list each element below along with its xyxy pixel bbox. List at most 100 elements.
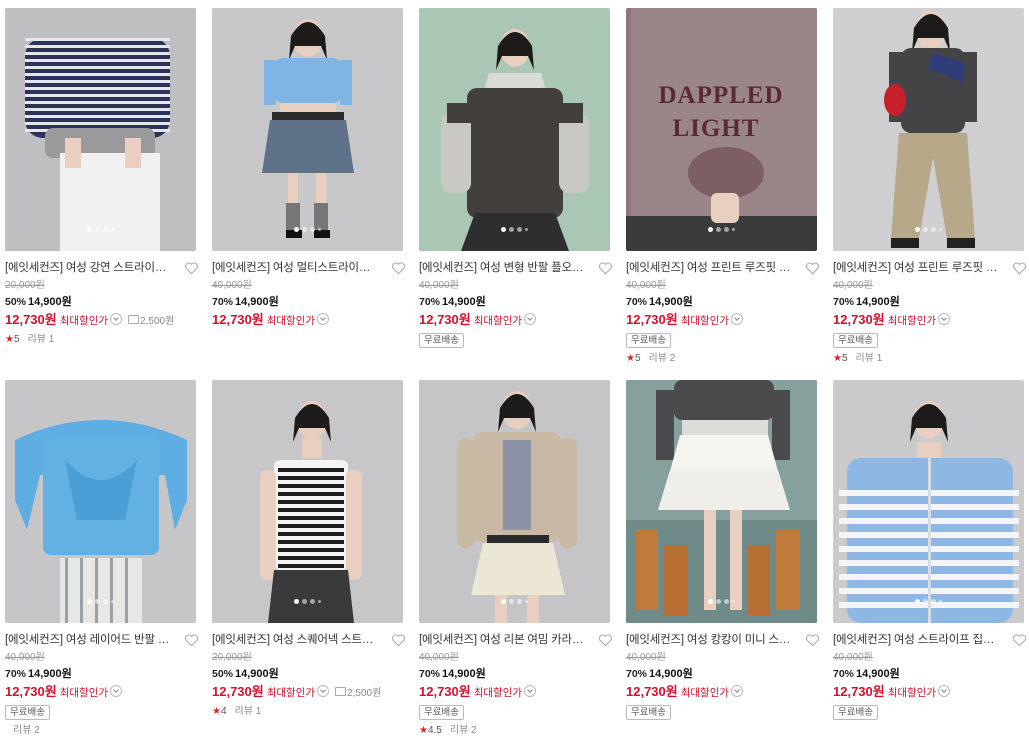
product-title[interactable]: [에잇세컨즈] 여성 변형 반팔 플오버 니트 <box>419 260 584 276</box>
chevron-down-circle-icon[interactable] <box>110 313 123 325</box>
carousel-dot[interactable] <box>111 600 114 603</box>
heart-outline-icon[interactable] <box>598 261 613 275</box>
review-count[interactable]: 리뷰 2 <box>649 353 676 364</box>
product-image <box>419 8 610 251</box>
product-card[interactable]: [에잇세컨즈] 여성 프린트 루즈핏 티셔츠 40,000원 70%14,900… <box>833 8 1027 366</box>
carousel-dot[interactable] <box>318 600 321 603</box>
carousel-dot[interactable] <box>915 227 920 232</box>
product-card[interactable]: [에잇세컨즈] 여성 멀티스트라이프 크롭 니트 40,000원 70%14,9… <box>212 8 406 329</box>
carousel-dot[interactable] <box>103 599 108 604</box>
heart-outline-icon[interactable] <box>598 633 613 647</box>
product-title[interactable]: [에잇세컨즈] 여성 스트라이프 집업 가디건 <box>833 632 998 648</box>
carousel-dot[interactable] <box>310 599 315 604</box>
product-title[interactable]: [에잇세컨즈] 여성 캉캉이 미니 스커트 <box>626 632 791 648</box>
carousel-dot[interactable] <box>931 227 936 232</box>
product-card[interactable]: [에잇세컨즈] 여성 스퀘어넥 스트라이프 슬리브리스 20,000원 50%1… <box>212 380 406 719</box>
review-count[interactable]: 리뷰 1 <box>856 353 883 364</box>
review-count[interactable]: 리뷰 2 <box>450 725 477 736</box>
carousel-dot[interactable] <box>732 228 735 231</box>
carousel-dot[interactable] <box>111 228 114 231</box>
carousel-dot[interactable] <box>87 599 92 604</box>
carousel-dot[interactable] <box>318 228 321 231</box>
carousel-dot[interactable] <box>923 227 928 232</box>
carousel-dot[interactable] <box>294 599 299 604</box>
carousel-dot[interactable] <box>939 228 942 231</box>
chevron-down-circle-icon[interactable] <box>524 313 537 325</box>
chevron-down-circle-icon[interactable] <box>317 685 330 697</box>
heart-outline-icon[interactable] <box>184 633 199 647</box>
product-title[interactable]: [에잇세컨즈] 여성 프린트 루즈핏 티셔츠 <box>833 260 998 276</box>
product-thumbnail[interactable] <box>5 8 196 251</box>
carousel-dot[interactable] <box>95 599 100 604</box>
chevron-down-circle-icon[interactable] <box>731 685 744 697</box>
heart-outline-icon[interactable] <box>391 633 406 647</box>
product-title[interactable]: [에잇세컨즈] 여성 멀티스트라이프 크롭 니트 <box>212 260 377 276</box>
product-card[interactable]: [에잇세컨즈] 여성 리본 여밈 카라 셔츠 40,000원 70% 14,900… <box>419 380 613 738</box>
review-count[interactable]: 리뷰 1 <box>28 334 55 345</box>
review-count[interactable]: 리뷰 2 <box>13 725 40 736</box>
product-thumbnail[interactable] <box>419 8 610 251</box>
heart-outline-icon[interactable] <box>805 633 820 647</box>
carousel-dot[interactable] <box>294 227 299 232</box>
discount-percent: 70% <box>5 668 27 680</box>
heart-outline-icon[interactable] <box>391 261 406 275</box>
carousel-dot[interactable] <box>716 227 721 232</box>
carousel-dot[interactable] <box>509 227 514 232</box>
product-title[interactable]: [에잇세컨즈] 여성 리본 여밈 카라 셔츠 <box>419 632 584 648</box>
carousel-dot[interactable] <box>87 227 92 232</box>
carousel-dot[interactable] <box>931 599 936 604</box>
carousel-dot[interactable] <box>95 227 100 232</box>
chevron-down-circle-icon[interactable] <box>317 313 330 325</box>
heart-outline-icon[interactable] <box>1012 633 1027 647</box>
heart-outline-icon[interactable] <box>1012 261 1027 275</box>
product-card[interactable]: [에잇세컨즈] 여성 강연 스트라이프 피케 반팔 티셔츠 20,000원 50… <box>5 8 199 347</box>
star-icon: ★ <box>5 334 14 345</box>
product-card[interactable]: [에잇세컨즈] 여성 변형 반팔 플오버 니트 40,000원 70%14,90… <box>419 8 613 348</box>
chevron-down-circle-icon[interactable] <box>731 313 744 325</box>
carousel-dot[interactable] <box>517 227 522 232</box>
carousel-dot[interactable] <box>724 599 729 604</box>
product-thumbnail[interactable] <box>833 8 1024 251</box>
carousel-dot[interactable] <box>724 227 729 232</box>
product-card[interactable]: [에잇세컨즈] 여성 캉캉이 미니 스커트 40,000원 70% 14,900원… <box>626 380 820 720</box>
carousel-dot[interactable] <box>501 599 506 604</box>
carousel-dot[interactable] <box>302 599 307 604</box>
carousel-dot[interactable] <box>732 600 735 603</box>
carousel-dot[interactable] <box>915 599 920 604</box>
product-title[interactable]: [에잇세컨즈] 여성 레이어드 반팔 니트 <box>5 632 170 648</box>
product-title[interactable]: [에잇세컨즈] 여성 프린트 루즈핏 맨투맨 <box>626 260 791 276</box>
carousel-dot[interactable] <box>517 599 522 604</box>
product-image: DAPPLED LIGHT <box>626 8 817 251</box>
product-thumbnail[interactable] <box>212 8 403 251</box>
carousel-dot[interactable] <box>716 599 721 604</box>
product-title[interactable]: [에잇세컨즈] 여성 스퀘어넥 스트라이프 슬리브리스 <box>212 632 377 648</box>
carousel-dot[interactable] <box>501 227 506 232</box>
product-thumbnail[interactable] <box>5 380 196 623</box>
chevron-down-circle-icon[interactable] <box>524 685 537 697</box>
chevron-down-circle-icon[interactable] <box>938 313 951 325</box>
carousel-dot[interactable] <box>923 599 928 604</box>
product-thumbnail[interactable] <box>833 380 1024 623</box>
product-card[interactable]: DAPPLED LIGHT [에잇세컨즈] 여성 프린트 루즈핏 맨투맨 40,… <box>626 8 820 366</box>
product-title[interactable]: [에잇세컨즈] 여성 강연 스트라이프 피케 반팔 티셔츠 <box>5 260 170 276</box>
carousel-dot[interactable] <box>939 600 942 603</box>
product-thumbnail[interactable] <box>419 380 610 623</box>
carousel-dot[interactable] <box>310 227 315 232</box>
product-card[interactable]: [에잇세컨즈] 여성 스트라이프 집업 가디건 40,000원 70%14,90… <box>833 380 1027 720</box>
heart-outline-icon[interactable] <box>184 261 199 275</box>
carousel-dot[interactable] <box>708 599 713 604</box>
product-thumbnail[interactable] <box>626 380 817 623</box>
product-thumbnail[interactable] <box>212 380 403 623</box>
review-count[interactable]: 리뷰 1 <box>235 706 262 717</box>
chevron-down-circle-icon[interactable] <box>110 685 123 697</box>
chevron-down-circle-icon[interactable] <box>938 685 951 697</box>
product-thumbnail[interactable]: DAPPLED LIGHT <box>626 8 817 251</box>
carousel-dot[interactable] <box>103 227 108 232</box>
carousel-dot[interactable] <box>708 227 713 232</box>
heart-outline-icon[interactable] <box>805 261 820 275</box>
carousel-dot[interactable] <box>302 227 307 232</box>
carousel-dot[interactable] <box>525 600 528 603</box>
carousel-dot[interactable] <box>509 599 514 604</box>
product-card[interactable]: [에잇세컨즈] 여성 레이어드 반팔 니트 40,000원 70% 14,900원… <box>5 380 199 738</box>
carousel-dot[interactable] <box>525 228 528 231</box>
